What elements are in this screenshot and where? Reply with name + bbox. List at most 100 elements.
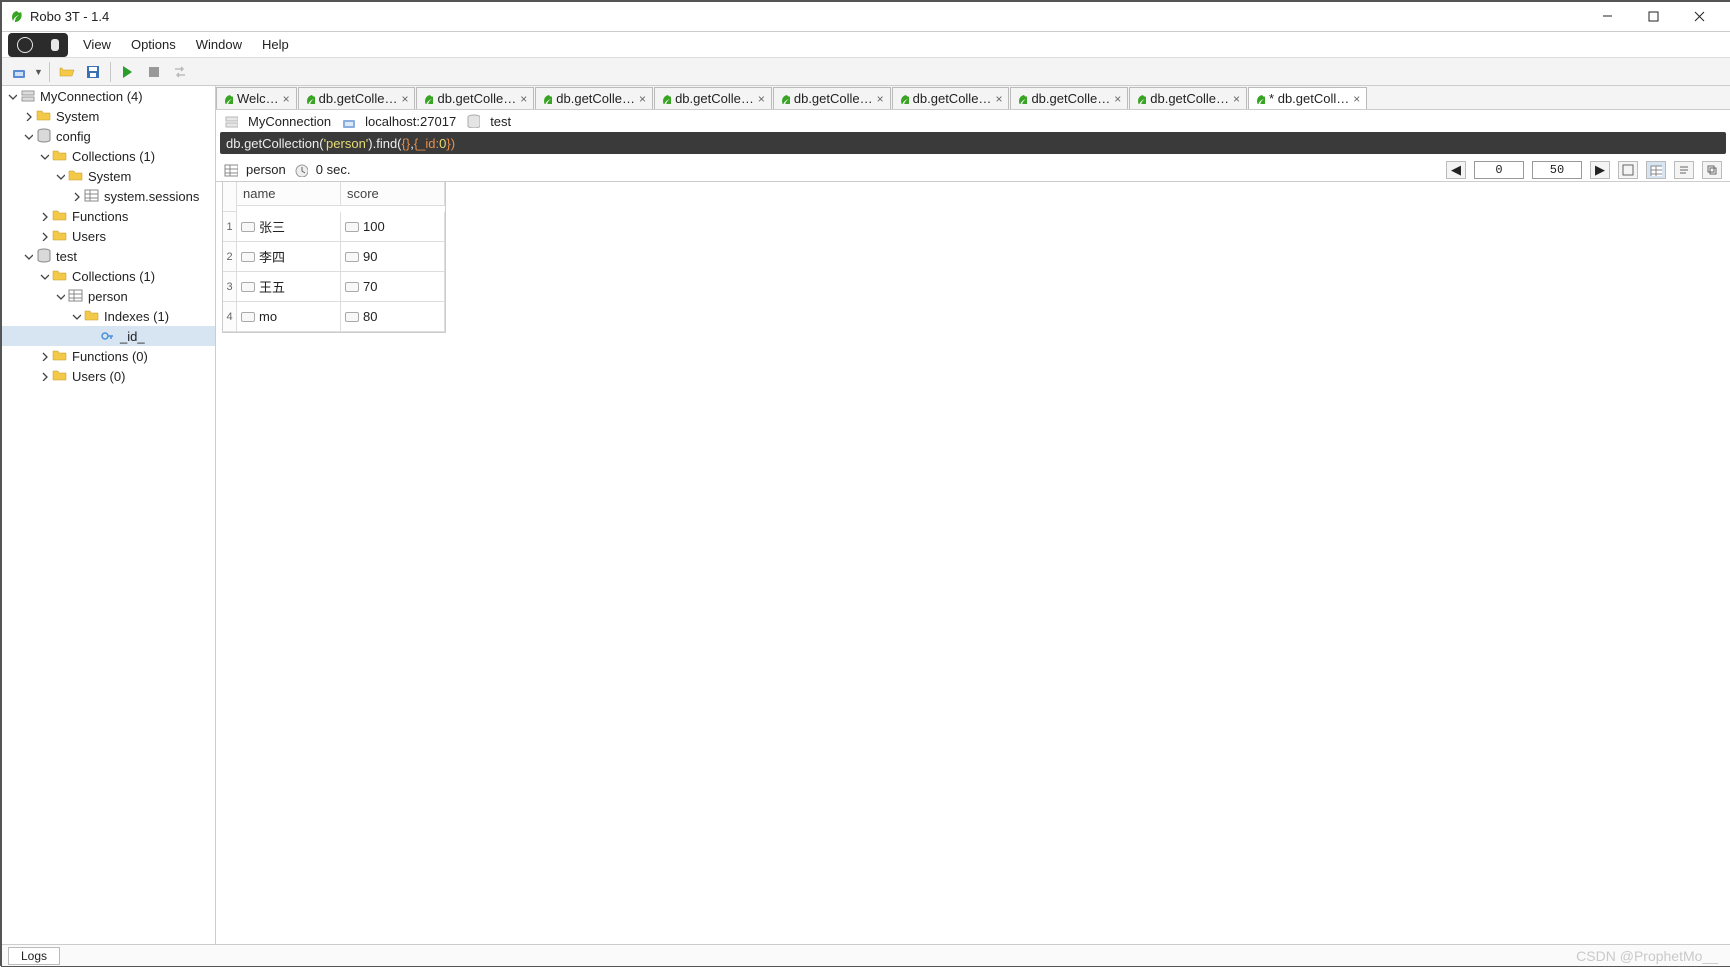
menu-help[interactable]: Help [253,34,298,55]
leaf-icon [423,94,433,104]
tree-test-functions[interactable]: Functions (0) [2,346,215,366]
execute-button[interactable] [117,61,139,83]
close-icon[interactable]: × [639,92,646,106]
connection-tree[interactable]: MyConnection (4) System config Collectio… [2,86,216,944]
limit-input[interactable] [1532,161,1582,179]
connect-dropdown-icon[interactable]: ▼ [34,67,43,77]
tree-index-id[interactable]: _id_ [2,326,215,346]
chevron-down-icon[interactable] [54,170,66,182]
overlay-widget[interactable] [8,33,68,57]
chevron-right-icon[interactable] [38,230,50,242]
swap-button[interactable] [169,61,191,83]
chevron-right-icon[interactable] [70,190,82,202]
database-icon [36,248,52,264]
tab[interactable]: db.getColle…× [1010,87,1128,109]
maximize-button[interactable] [1630,2,1676,32]
chevron-down-icon[interactable] [22,130,34,142]
folder-icon [52,228,68,244]
cell-name[interactable]: mo [237,302,341,332]
tab[interactable]: db.getColle…× [1129,87,1247,109]
tab[interactable]: db.getColle…× [416,87,534,109]
host-icon [341,114,355,128]
save-button[interactable] [82,61,104,83]
chevron-down-icon[interactable] [6,90,18,102]
tree-config-db[interactable]: config [2,126,215,146]
table-row[interactable]: 1张三100 [223,212,445,242]
close-icon[interactable]: × [1353,92,1360,106]
column-header[interactable]: name [237,182,341,206]
chevron-down-icon[interactable] [38,150,50,162]
page-next-button[interactable]: ▶ [1590,161,1610,179]
chevron-right-icon[interactable] [38,350,50,362]
tree-config-collections[interactable]: Collections (1) [2,146,215,166]
open-button[interactable] [56,61,78,83]
menu-view[interactable]: View [74,34,120,55]
collection-icon [224,163,238,177]
cell-score[interactable]: 70 [341,272,445,302]
menu-window[interactable]: Window [187,34,251,55]
close-icon[interactable]: × [877,92,884,106]
cell-name[interactable]: 李四 [237,242,341,272]
tab[interactable]: * db.getColl…× [1248,87,1367,109]
close-icon[interactable]: × [283,92,290,106]
close-icon[interactable]: × [401,92,408,106]
tree-config-system[interactable]: System [2,166,215,186]
minimize-button[interactable] [1584,2,1630,32]
chevron-right-icon[interactable] [38,210,50,222]
table-row[interactable]: 2李四90 [223,242,445,272]
column-header[interactable]: score [341,182,445,206]
connect-button[interactable] [8,61,30,83]
tree-config-users[interactable]: Users [2,226,215,246]
tree-person-collection[interactable]: person [2,286,215,306]
close-icon[interactable]: × [1233,92,1240,106]
tree-test-db[interactable]: test [2,246,215,266]
tree-indexes[interactable]: Indexes (1) [2,306,215,326]
chevron-down-icon[interactable] [70,310,82,322]
cell-name[interactable]: 王五 [237,272,341,302]
close-icon[interactable]: × [758,92,765,106]
tab[interactable]: Welc…× [216,87,297,109]
cell-name[interactable]: 张三 [237,212,341,242]
menu-options[interactable]: Options [122,34,185,55]
chevron-down-icon[interactable] [22,250,34,262]
tree-system[interactable]: System [2,106,215,126]
tab-label: db.getColle… [319,91,398,106]
stop-button[interactable] [143,61,165,83]
title-bar: Robo 3T - 1.4 [2,2,1730,32]
result-table[interactable]: name score 1张三1002李四903王五704mo80 [222,182,446,333]
tab[interactable]: db.getColle…× [892,87,1010,109]
cell-score[interactable]: 90 [341,242,445,272]
chevron-right-icon[interactable] [22,110,34,122]
tab[interactable]: db.getColle… × [773,87,891,109]
table-row[interactable]: 4mo80 [223,302,445,332]
close-icon[interactable]: × [995,92,1002,106]
close-icon[interactable]: × [1114,92,1121,106]
tab[interactable]: db.getColle…× [654,87,772,109]
view-table-button[interactable] [1646,161,1666,179]
tree-config-functions[interactable]: Functions [2,206,215,226]
cell-score[interactable]: 80 [341,302,445,332]
tree-test-collections[interactable]: Collections (1) [2,266,215,286]
tree-system-sessions[interactable]: system.sessions [2,186,215,206]
chevron-right-icon[interactable] [38,370,50,382]
tab[interactable]: db.getColle…× [298,87,416,109]
tab-strip[interactable]: Welc…×db.getColle…×db.getColle…×db.getCo… [216,86,1730,110]
tree-test-users[interactable]: Users (0) [2,366,215,386]
logs-button[interactable]: Logs [8,947,60,965]
close-button[interactable] [1676,2,1722,32]
close-icon[interactable]: × [520,92,527,106]
skip-input[interactable] [1474,161,1524,179]
toolbar: ▼ [2,58,1730,86]
view-tree-button[interactable] [1618,161,1638,179]
pop-out-button[interactable] [1702,161,1722,179]
tree-connection[interactable]: MyConnection (4) [2,86,215,106]
view-text-button[interactable] [1674,161,1694,179]
chevron-down-icon[interactable] [54,290,66,302]
tab-label: db.getColle… [794,91,873,106]
table-row[interactable]: 3王五70 [223,272,445,302]
page-prev-button[interactable]: ◀ [1446,161,1466,179]
query-editor[interactable]: db.getCollection('person').find({},{_id:… [220,132,1726,154]
chevron-down-icon[interactable] [38,270,50,282]
tab[interactable]: db.getColle…× [535,87,653,109]
cell-score[interactable]: 100 [341,212,445,242]
